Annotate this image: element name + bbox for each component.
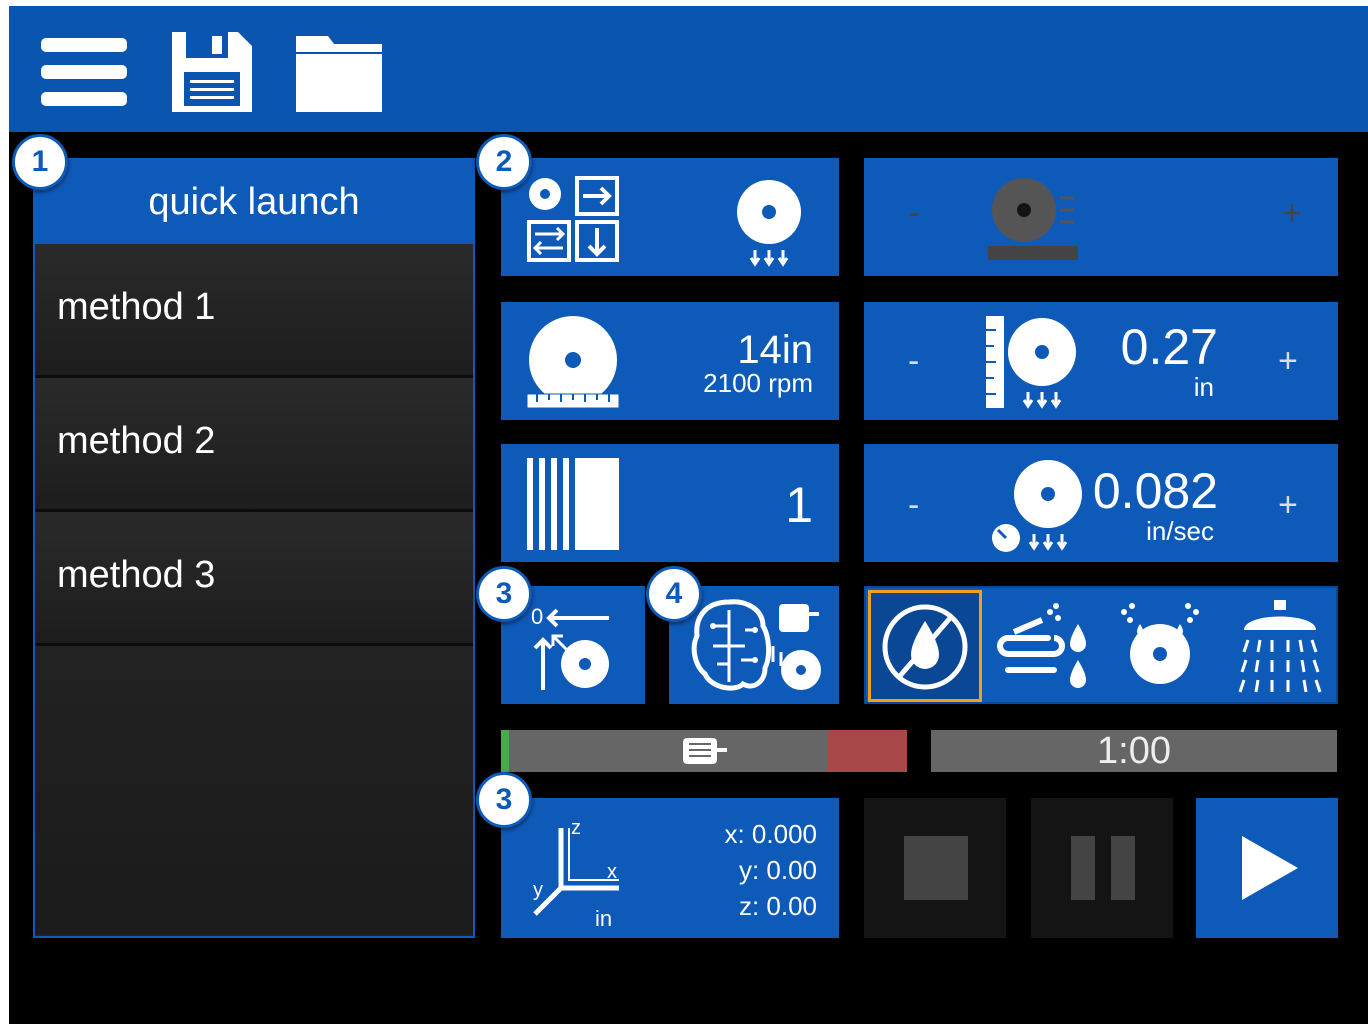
method-item[interactable]: method 2 xyxy=(35,378,473,512)
motor-icon xyxy=(683,738,727,764)
svg-text:0: 0 xyxy=(531,604,543,629)
load-limit-zone xyxy=(827,730,907,772)
blade-size-button[interactable]: 14in 2100 rpm xyxy=(501,302,839,420)
callout-badge-3: 3 xyxy=(476,566,532,622)
play-button[interactable] xyxy=(1196,798,1338,938)
coolant-off-button[interactable] xyxy=(868,590,982,702)
cuts-count-value: 1 xyxy=(785,477,813,533)
empty-list-area xyxy=(35,646,473,934)
feed-plus-button[interactable]: + xyxy=(1278,486,1298,525)
coolant-selector xyxy=(864,586,1338,704)
cuts-count-button[interactable]: 1 xyxy=(501,444,839,562)
depth-control: - 0.27 in + xyxy=(864,302,1338,420)
z-axis-label: z xyxy=(571,817,581,839)
app-screen: quick launch method 1 method 2 method 3 … xyxy=(9,6,1368,1024)
callout-badge-3-position: 3 xyxy=(476,772,532,828)
callout-badge-2: 2 xyxy=(476,134,532,190)
method-item[interactable]: method 3 xyxy=(35,512,473,646)
y-axis-label: y xyxy=(533,879,543,901)
brain-motor-icon xyxy=(691,599,821,691)
feed-minus-button[interactable]: - xyxy=(908,486,919,525)
y-coordinate: y: 0.00 xyxy=(738,855,817,885)
position-readout-button[interactable]: z x y in x: 0.000 y: 0.00 z: 0.00 xyxy=(501,798,839,938)
depth-unit: in xyxy=(1193,372,1214,402)
pause-icon xyxy=(1071,836,1135,900)
method-item[interactable]: method 1 xyxy=(35,244,473,378)
floppy-disk-icon xyxy=(172,32,252,112)
disabled-blade-control: - + xyxy=(864,158,1338,276)
motor-load-bar xyxy=(501,730,907,772)
coolant-hose-button[interactable] xyxy=(986,590,1100,702)
disabled-minus: - xyxy=(908,194,920,232)
cut-mode-button[interactable] xyxy=(501,158,839,276)
pause-button[interactable] xyxy=(1031,798,1173,938)
top-toolbar xyxy=(9,6,1368,132)
position-unit: in xyxy=(595,906,612,928)
z-coordinate: z: 0.00 xyxy=(738,891,817,921)
depth-ruler-icon xyxy=(986,316,1076,409)
callout-badge-1: 1 xyxy=(12,134,68,190)
coolant-shower-button[interactable] xyxy=(1222,590,1336,702)
folder-icon xyxy=(296,36,382,112)
menu-button[interactable] xyxy=(39,28,129,116)
coordinate-values: x: 0.000 y: 0.00 z: 0.00 xyxy=(724,816,817,924)
blade-plunge-icon xyxy=(737,180,801,267)
save-button[interactable] xyxy=(167,28,257,116)
multi-cut-icon xyxy=(527,458,619,550)
feed-rate-unit: in/sec xyxy=(1146,516,1214,546)
feed-speed-icon xyxy=(992,460,1082,552)
blade-ruler-icon xyxy=(526,316,620,409)
shower-icon xyxy=(1238,600,1322,693)
blade-spray-icon xyxy=(1121,603,1199,684)
xyz-axes-icon: z x y in xyxy=(533,817,619,928)
callout-badge-4: 4 xyxy=(646,566,702,622)
blade-speed-value: 2100 rpm xyxy=(703,368,813,398)
depth-minus-button[interactable]: - xyxy=(908,342,919,381)
blade-size-value: 14in xyxy=(737,328,813,372)
depth-plus-button[interactable]: + xyxy=(1278,342,1298,381)
x-axis-label: x xyxy=(607,861,617,883)
feed-rate-value: 0.082 xyxy=(1092,463,1218,519)
stop-icon xyxy=(904,836,968,900)
no-coolant-icon xyxy=(882,604,968,690)
coolant-spray-button[interactable] xyxy=(1104,590,1218,702)
play-icon xyxy=(1242,836,1298,900)
x-coordinate: x: 0.000 xyxy=(724,819,817,849)
open-button[interactable] xyxy=(293,28,385,116)
load-level-fill xyxy=(501,730,509,772)
home-zero-icon: 0 xyxy=(531,604,609,690)
run-timer: 1:00 xyxy=(931,730,1337,772)
quick-launch-panel: quick launch method 1 method 2 method 3 xyxy=(33,158,475,938)
quick-launch-title: quick launch xyxy=(35,160,473,244)
depth-value: 0.27 xyxy=(1120,319,1218,375)
hose-coolant-icon xyxy=(997,603,1086,688)
feed-rate-control: - 0.082 in/sec + xyxy=(864,444,1338,562)
stop-button[interactable] xyxy=(864,798,1006,938)
cut-pattern-icon xyxy=(527,176,619,262)
blade-gauge-icon xyxy=(988,178,1078,260)
disabled-plus: + xyxy=(1282,194,1302,232)
hamburger-menu-icon xyxy=(41,38,127,106)
